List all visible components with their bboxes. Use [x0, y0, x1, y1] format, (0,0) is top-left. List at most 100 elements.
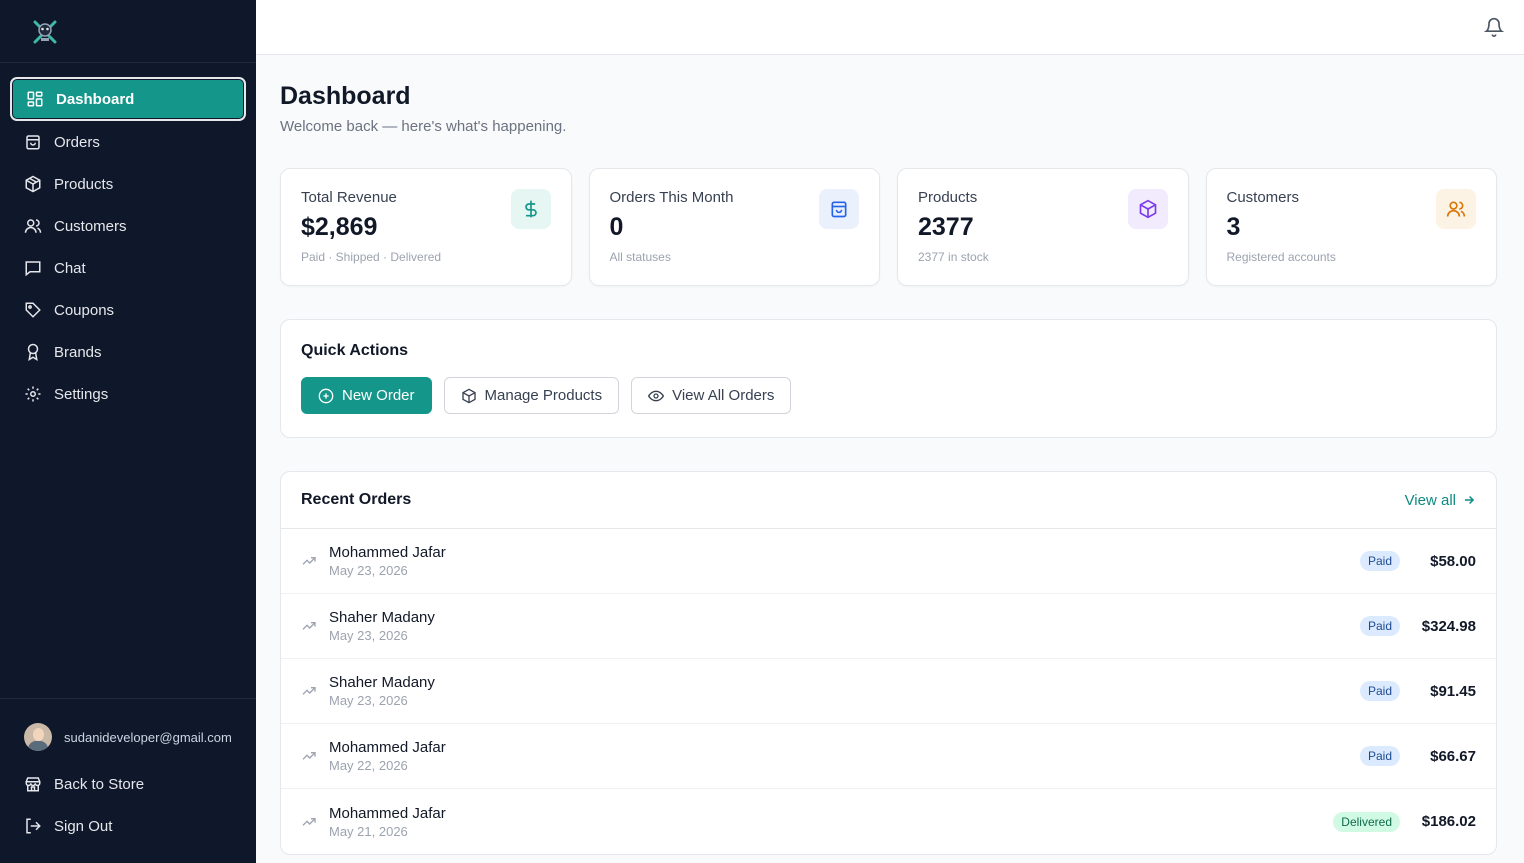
brand-logo[interactable]	[30, 16, 60, 46]
avatar	[24, 723, 52, 751]
back-to-store-button[interactable]: Back to Store	[10, 763, 246, 805]
order-info: Mohammed Jafar May 23, 2026	[329, 544, 1360, 578]
users-icon	[24, 217, 42, 235]
package-icon	[24, 175, 42, 193]
stat-card-orders: Orders This Month 0 All statuses	[588, 168, 880, 286]
sidebar-item-label: Coupons	[54, 301, 115, 319]
view-all-orders-label: View All Orders	[672, 387, 775, 404]
page-subtitle: Welcome back — here's what's happening.	[280, 118, 567, 135]
store-icon	[24, 775, 42, 793]
manage-products-button[interactable]: Manage Products	[443, 377, 620, 414]
recent-orders-title: Recent Orders	[301, 491, 412, 508]
table-row[interactable]: Shaher Madany May 23, 2026 Paid $324.98	[281, 594, 1496, 659]
order-info: Shaher Madany May 23, 2026	[329, 609, 1360, 643]
sidebar-item-label: Dashboard	[56, 90, 135, 108]
stats-row: Total Revenue $2,869 Paid · Shipped · De…	[280, 168, 1497, 286]
order-info: Mohammed Jafar May 21, 2026	[329, 805, 1333, 839]
users-icon	[1436, 189, 1476, 229]
main-content: Dashboard Welcome back — here's what's h…	[280, 55, 1497, 855]
sidebar-item-label: Settings	[54, 385, 109, 403]
customer-name: Mohammed Jafar	[329, 804, 446, 822]
stat-note: 2377 in stock	[918, 250, 989, 264]
order-amount: $91.45	[1430, 682, 1476, 700]
sidebar-item-label: Brands	[54, 343, 102, 361]
quick-actions-title: Quick Actions	[301, 342, 408, 359]
new-order-button[interactable]: New Order	[301, 377, 432, 414]
gear-icon	[24, 385, 42, 403]
bell-icon[interactable]	[1483, 17, 1505, 37]
status-badge: Delivered	[1333, 811, 1400, 832]
table-row[interactable]: Shaher Madany May 23, 2026 Paid $91.45	[281, 659, 1496, 724]
status-badge: Paid	[1359, 551, 1400, 571]
customer-name: Mohammed Jafar	[329, 544, 446, 561]
trending-up-icon	[301, 814, 317, 830]
order-date: May 21, 2026	[329, 823, 408, 839]
order-date: May 22, 2026	[329, 758, 408, 773]
shopping-bag-icon	[24, 133, 42, 151]
shopping-bag-icon	[819, 189, 859, 229]
stat-card-revenue: Total Revenue $2,869 Paid · Shipped · De…	[280, 168, 572, 286]
table-row[interactable]: Mohammed Jafar May 21, 2026 Delivered $1…	[281, 789, 1496, 854]
status-badge: Paid	[1359, 746, 1400, 766]
order-amount: $58.00	[1430, 552, 1476, 570]
award-icon	[24, 343, 42, 361]
table-row[interactable]: Mohammed Jafar May 23, 2026 Paid $58.00	[281, 529, 1496, 594]
new-order-label: New Order	[342, 387, 415, 404]
order-date: May 23, 2026	[329, 563, 408, 578]
sidebar-item-orders[interactable]: Orders	[10, 121, 246, 163]
status-badge: Paid	[1359, 681, 1400, 701]
recent-orders-card: Recent Orders View all Mohammed Jafar Ma…	[280, 471, 1497, 855]
tag-icon	[24, 301, 42, 319]
arrow-right-icon	[1462, 493, 1476, 507]
topbar	[256, 0, 1524, 55]
trending-up-icon	[301, 618, 317, 634]
manage-products-label: Manage Products	[484, 387, 603, 404]
sidebar: Dashboard Orders Products Customers Chat	[0, 0, 256, 863]
sidebar-item-customers[interactable]: Customers	[10, 205, 246, 247]
sidebar-item-products[interactable]: Products	[10, 163, 246, 205]
table-row[interactable]: Mohammed Jafar May 22, 2026 Paid $66.67	[281, 724, 1496, 789]
package-icon	[1127, 189, 1168, 229]
sidebar-footer: sudanideveloper@gmail.com Back to Store …	[0, 698, 256, 863]
order-amount: $186.02	[1421, 813, 1476, 830]
message-square-icon	[24, 259, 42, 277]
sidebar-item-dashboard[interactable]: Dashboard	[10, 77, 246, 121]
order-info: Mohammed Jafar May 22, 2026	[329, 739, 1360, 773]
stat-card-products: Products 2377 2377 in stock	[897, 168, 1189, 286]
view-all-orders-button[interactable]: View All Orders	[631, 377, 792, 414]
customer-name: Shaher Madany	[329, 609, 435, 626]
sidebar-item-chat[interactable]: Chat	[10, 247, 246, 289]
sidebar-nav: Dashboard Orders Products Customers Chat	[0, 63, 256, 429]
stat-note: Paid · Shipped · Delivered	[301, 250, 442, 264]
order-amount: $324.98	[1421, 617, 1476, 635]
stat-note: All statuses	[609, 250, 671, 264]
sidebar-item-coupons[interactable]: Coupons	[10, 289, 246, 331]
user-email: sudanideveloper@gmail.com	[64, 729, 232, 745]
view-all-link[interactable]: View all	[1405, 492, 1476, 509]
customer-name: Mohammed Jafar	[329, 739, 446, 756]
sidebar-item-label: Products	[54, 175, 114, 193]
page-title: Dashboard	[280, 82, 411, 110]
user-profile[interactable]: sudanideveloper@gmail.com	[10, 721, 246, 753]
order-info: Shaher Madany May 23, 2026	[329, 674, 1360, 708]
grid-icon	[26, 90, 44, 108]
recent-orders-header: Recent Orders View all	[281, 472, 1496, 529]
stat-note: Registered accounts	[1226, 250, 1336, 264]
sidebar-item-label: Orders	[54, 133, 100, 151]
sidebar-item-settings[interactable]: Settings	[10, 373, 246, 415]
quick-actions-buttons: New Order Manage Products View All Order…	[301, 377, 1476, 414]
logo-area	[0, 0, 256, 63]
dollar-icon	[510, 189, 551, 229]
order-date: May 23, 2026	[329, 693, 408, 708]
log-out-icon	[24, 817, 42, 835]
stat-card-customers: Customers 3 Registered accounts	[1205, 168, 1497, 286]
sidebar-item-brands[interactable]: Brands	[10, 331, 246, 373]
order-amount: $66.67	[1430, 747, 1476, 765]
plus-circle-icon	[318, 388, 334, 404]
order-date: May 23, 2026	[329, 628, 408, 643]
quick-actions-card: Quick Actions New Order Manage Products …	[280, 319, 1497, 438]
sidebar-item-label: Customers	[54, 217, 127, 235]
sign-out-button[interactable]: Sign Out	[10, 805, 246, 847]
trending-up-icon	[301, 553, 317, 569]
trending-up-icon	[301, 683, 317, 699]
